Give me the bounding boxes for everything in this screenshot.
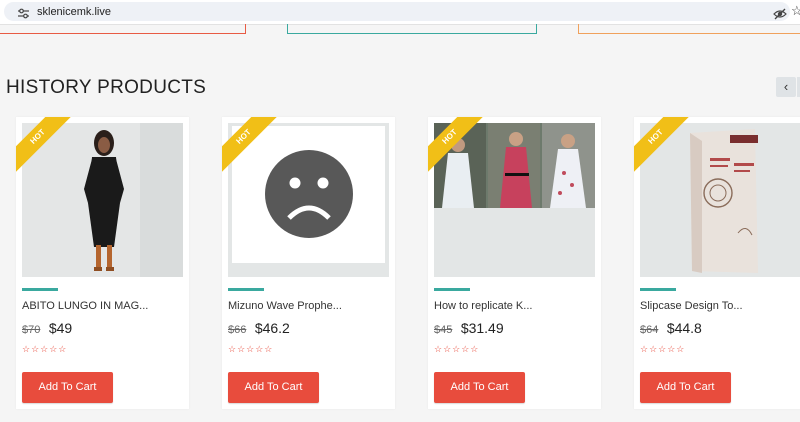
category-box-edge xyxy=(578,24,800,34)
hot-badge: HOT xyxy=(428,117,489,178)
product-card[interactable]: HOT ABITO LUNGO IN MAG... $70 $49 ☆☆☆☆☆ … xyxy=(16,117,189,409)
old-price: $70 xyxy=(22,324,41,336)
category-box-edge xyxy=(287,24,537,34)
product-name[interactable]: ABITO LUNGO IN MAG... xyxy=(22,300,148,312)
rating-stars: ☆☆☆☆☆ xyxy=(640,344,686,354)
url-text[interactable]: sklenicemk.live xyxy=(37,6,111,18)
old-price: $45 xyxy=(434,324,453,336)
old-price: $66 xyxy=(228,324,247,336)
hot-badge: HOT xyxy=(222,117,283,178)
product-name[interactable]: Mizuno Wave Prophe... xyxy=(228,300,342,312)
carousel-prev-button[interactable]: ‹ xyxy=(776,77,796,97)
category-box-edge xyxy=(0,24,246,34)
accent-divider xyxy=(228,288,264,291)
add-to-cart-button[interactable]: Add To Cart xyxy=(640,372,731,403)
hot-badge-label: HOT xyxy=(428,117,489,176)
price-row: $45 $31.49 xyxy=(434,320,504,338)
product-card[interactable]: HOT How to replicate K... $45 $31.49 ☆☆☆… xyxy=(428,117,601,409)
current-price: $44.8 xyxy=(666,320,702,336)
section-title: HISTORY PRODUCTS xyxy=(6,77,207,98)
hot-badge: HOT xyxy=(634,117,695,178)
hot-badge: HOT xyxy=(16,117,77,178)
rating-stars: ☆☆☆☆☆ xyxy=(228,344,274,354)
product-name[interactable]: Slipcase Design To... xyxy=(640,300,743,312)
current-price: $49 xyxy=(48,320,73,336)
add-to-cart-button[interactable]: Add To Cart xyxy=(434,372,525,403)
eye-off-icon[interactable] xyxy=(773,7,787,21)
add-to-cart-button[interactable]: Add To Cart xyxy=(22,372,113,403)
tune-icon[interactable] xyxy=(18,8,29,19)
old-price: $64 xyxy=(640,324,659,336)
product-card[interactable]: HOT Slipcase Design To... $64 $44.8 ☆☆☆☆… xyxy=(634,117,800,409)
accent-divider xyxy=(640,288,676,291)
accent-divider xyxy=(22,288,58,291)
product-name[interactable]: How to replicate K... xyxy=(434,300,532,312)
current-price: $46.2 xyxy=(254,320,290,336)
price-row: $64 $44.8 xyxy=(640,320,702,338)
hot-badge-label: HOT xyxy=(222,117,283,176)
accent-divider xyxy=(434,288,470,291)
hot-badge-label: HOT xyxy=(634,117,695,176)
price-row: $70 $49 xyxy=(22,320,72,338)
current-price: $31.49 xyxy=(460,320,504,336)
price-row: $66 $46.2 xyxy=(228,320,290,338)
rating-stars: ☆☆☆☆☆ xyxy=(22,344,68,354)
address-bar[interactable]: sklenicemk.live xyxy=(4,2,790,21)
browser-toolbar: sklenicemk.live ☆ xyxy=(0,0,800,25)
product-card[interactable]: HOT Mizuno Wave Prophe... $66 $46.2 ☆☆☆☆… xyxy=(222,117,395,409)
rating-stars: ☆☆☆☆☆ xyxy=(434,344,480,354)
star-icon[interactable]: ☆ xyxy=(791,4,800,18)
hot-badge-label: HOT xyxy=(16,117,77,176)
add-to-cart-button[interactable]: Add To Cart xyxy=(228,372,319,403)
